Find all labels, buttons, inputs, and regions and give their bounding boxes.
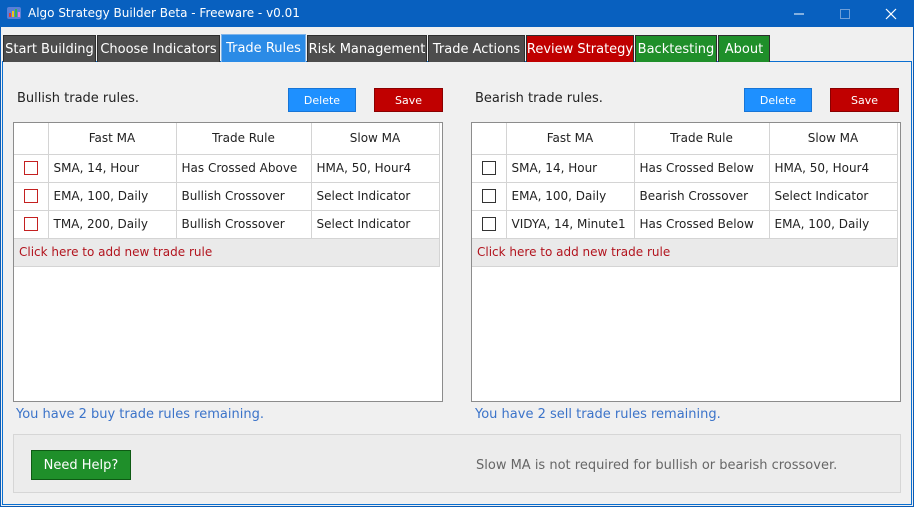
- grid-header-row: Fast MA Trade Rule Slow MA: [472, 123, 898, 155]
- trade-rule-cell[interactable]: Bearish Crossover: [634, 182, 770, 211]
- table-row: TMA, 200, Daily Bullish Crossover Select…: [14, 210, 440, 239]
- row-checkbox[interactable]: [481, 217, 496, 232]
- row-checkbox[interactable]: [23, 189, 38, 204]
- trade-rule-cell[interactable]: Bullish Crossover: [176, 210, 312, 239]
- close-button[interactable]: [868, 0, 914, 27]
- slow-ma-cell[interactable]: Select Indicator: [769, 182, 898, 211]
- fast-ma-header[interactable]: Fast MA: [48, 123, 177, 155]
- select-column-header: [14, 123, 49, 155]
- slow-ma-cell[interactable]: Select Indicator: [311, 210, 440, 239]
- bearish-rules-grid: Fast MA Trade Rule Slow MA SMA, 14, Hour…: [471, 122, 901, 402]
- add-rule-row[interactable]: Click here to add new trade rule: [14, 238, 440, 267]
- tab-review-strategy[interactable]: Review Strategy: [526, 35, 634, 62]
- maximize-button[interactable]: [822, 0, 868, 27]
- close-icon: [885, 8, 897, 20]
- slow-ma-cell[interactable]: Select Indicator: [311, 182, 440, 211]
- tab-about[interactable]: About: [718, 35, 770, 62]
- add-rule-link[interactable]: Click here to add new trade rule: [14, 238, 440, 267]
- tab-choose-indicators[interactable]: Choose Indicators: [97, 35, 220, 62]
- grid-header-row: Fast MA Trade Rule Slow MA: [14, 123, 440, 155]
- minimize-button[interactable]: [776, 0, 822, 27]
- tab-trade-actions[interactable]: Trade Actions: [428, 35, 525, 62]
- fast-ma-cell[interactable]: VIDYA, 14, Minute1: [506, 210, 635, 239]
- bullish-delete-button[interactable]: Delete: [288, 88, 356, 112]
- bearish-panel-title: Bearish trade rules.: [475, 91, 603, 106]
- tab-start-building[interactable]: Start Building: [3, 35, 96, 62]
- slow-ma-cell[interactable]: HMA, 50, Hour4: [311, 154, 440, 183]
- table-row: SMA, 14, Hour Has Crossed Below HMA, 50,…: [472, 154, 898, 183]
- bearish-remaining-text: You have 2 sell trade rules remaining.: [475, 407, 721, 422]
- slow-ma-header[interactable]: Slow MA: [769, 123, 898, 155]
- row-checkbox[interactable]: [481, 161, 496, 176]
- add-rule-link[interactable]: Click here to add new trade rule: [472, 238, 898, 267]
- bullish-panel-title: Bullish trade rules.: [17, 91, 140, 106]
- table-row: EMA, 100, Daily Bearish Crossover Select…: [472, 182, 898, 211]
- fast-ma-header[interactable]: Fast MA: [506, 123, 635, 155]
- bullish-rules-grid: Fast MA Trade Rule Slow MA SMA, 14, Hour…: [13, 122, 443, 402]
- slow-ma-cell[interactable]: HMA, 50, Hour4: [769, 154, 898, 183]
- fast-ma-cell[interactable]: SMA, 14, Hour: [48, 154, 177, 183]
- bearish-save-button[interactable]: Save: [830, 88, 899, 112]
- slow-ma-cell[interactable]: EMA, 100, Daily: [769, 210, 898, 239]
- slow-ma-header[interactable]: Slow MA: [311, 123, 440, 155]
- trade-rule-header[interactable]: Trade Rule: [176, 123, 312, 155]
- row-checkbox[interactable]: [481, 189, 496, 204]
- row-checkbox[interactable]: [23, 161, 38, 176]
- footer-panel: Need Help? Slow MA is not required for b…: [13, 434, 901, 493]
- maximize-icon: [839, 8, 851, 20]
- table-row: SMA, 14, Hour Has Crossed Above HMA, 50,…: [14, 154, 440, 183]
- fast-ma-cell[interactable]: EMA, 100, Daily: [506, 182, 635, 211]
- fast-ma-cell[interactable]: EMA, 100, Daily: [48, 182, 177, 211]
- add-rule-row[interactable]: Click here to add new trade rule: [472, 238, 898, 267]
- trade-rule-cell[interactable]: Has Crossed Below: [634, 210, 770, 239]
- bearish-delete-button[interactable]: Delete: [744, 88, 812, 112]
- minimize-icon: [793, 8, 805, 20]
- fast-ma-cell[interactable]: TMA, 200, Daily: [48, 210, 177, 239]
- fast-ma-cell[interactable]: SMA, 14, Hour: [506, 154, 635, 183]
- row-checkbox[interactable]: [23, 217, 38, 232]
- trade-rule-cell[interactable]: Has Crossed Above: [176, 154, 312, 183]
- window-client: Start Building Choose Indicators Trade R…: [1, 27, 913, 506]
- app-logo-icon: [6, 5, 22, 21]
- tab-risk-management[interactable]: Risk Management: [307, 35, 427, 62]
- trade-rule-header[interactable]: Trade Rule: [634, 123, 770, 155]
- tab-trade-rules[interactable]: Trade Rules: [221, 34, 306, 62]
- footer-note: Slow MA is not required for bullish or b…: [476, 458, 838, 473]
- tab-backtesting[interactable]: Backtesting: [635, 35, 717, 62]
- bullish-save-button[interactable]: Save: [374, 88, 443, 112]
- title-bar: Algo Strategy Builder Beta - Freeware - …: [0, 0, 914, 27]
- select-column-header: [472, 123, 507, 155]
- trade-rule-cell[interactable]: Has Crossed Below: [634, 154, 770, 183]
- bullish-remaining-text: You have 2 buy trade rules remaining.: [16, 407, 264, 422]
- need-help-button[interactable]: Need Help?: [31, 450, 131, 480]
- table-row: EMA, 100, Daily Bullish Crossover Select…: [14, 182, 440, 211]
- window-title: Algo Strategy Builder Beta - Freeware - …: [28, 6, 300, 20]
- table-row: VIDYA, 14, Minute1 Has Crossed Below EMA…: [472, 210, 898, 239]
- trade-rule-cell[interactable]: Bullish Crossover: [176, 182, 312, 211]
